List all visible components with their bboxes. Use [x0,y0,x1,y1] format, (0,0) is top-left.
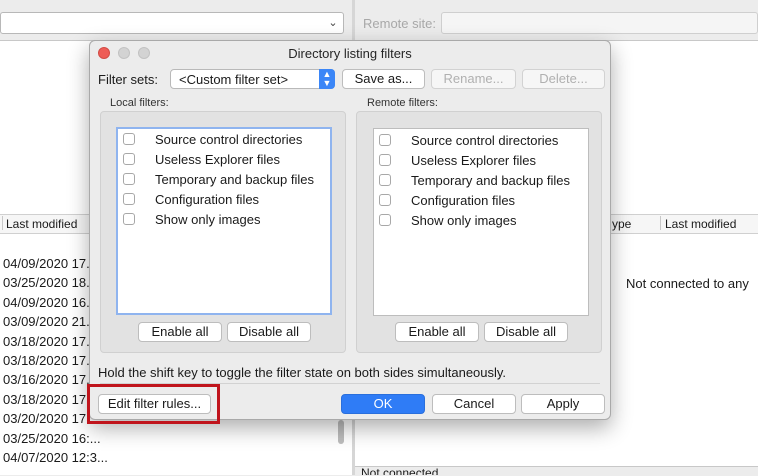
column-separator[interactable] [660,216,661,230]
remote-filter-configuration[interactable]: Configuration files [374,191,584,211]
checkbox[interactable] [379,154,391,166]
remote-filter-source-control[interactable]: Source control directories [374,131,584,151]
local-path-bar: ⌄ [0,0,352,41]
local-filters-group: Source control directories Useless Explo… [100,111,346,353]
column-separator[interactable] [2,216,3,230]
up-down-arrows-icon: ▲ ▼ [319,69,335,89]
remote-filters-group: Source control directories Useless Explo… [356,111,602,353]
list-item[interactable]: 04/07/2020 12:3... [3,448,108,467]
remote-status-message: Not connected to any [626,276,749,291]
dialog-titlebar[interactable]: Directory listing filters [90,41,610,65]
list-item[interactable]: 03/25/2020 16:... [3,429,108,448]
checkbox[interactable] [379,194,391,206]
remote-filters-label: Remote filters: [367,97,438,109]
dialog-title: Directory listing filters [288,46,412,61]
filter-label: Temporary and backup files [411,173,570,188]
filter-label: Configuration files [411,193,516,208]
local-filter-source-control[interactable]: Source control directories [118,130,328,150]
remote-column-last-modified[interactable]: Last modified [665,217,736,231]
remote-filters-list[interactable]: Source control directories Useless Explo… [373,128,589,316]
checkbox[interactable] [123,213,135,225]
apply-button[interactable]: Apply [521,394,605,414]
filter-label: Show only images [411,213,517,228]
filter-label: Source control directories [155,132,303,147]
remote-site-label: Remote site: [363,16,436,31]
remote-enable-all-button[interactable]: Enable all [395,322,479,342]
local-enable-all-button[interactable]: Enable all [138,322,222,342]
local-column-last-modified[interactable]: Last modified [6,217,77,231]
remote-disable-all-button[interactable]: Disable all [484,322,568,342]
directory-filters-dialog: Directory listing filters Filter sets: <… [89,40,611,420]
local-disable-all-button[interactable]: Disable all [227,322,311,342]
remote-status-text: Not connected [361,467,439,475]
shift-key-hint: Hold the shift key to toggle the filter … [98,365,507,380]
filter-label: Useless Explorer files [155,152,280,167]
remote-column-type[interactable]: ype [612,217,631,231]
filter-label: Configuration files [155,192,260,207]
checkbox[interactable] [123,173,135,185]
local-filter-useless-explorer[interactable]: Useless Explorer files [118,150,328,170]
local-filter-images-only[interactable]: Show only images [118,210,328,230]
remote-site-input[interactable] [441,12,758,34]
checkbox[interactable] [379,174,391,186]
remote-filter-useless-explorer[interactable]: Useless Explorer files [374,151,584,171]
remote-filter-images-only[interactable]: Show only images [374,211,584,231]
remote-filter-temporary-backup[interactable]: Temporary and backup files [374,171,584,191]
checkbox[interactable] [123,193,135,205]
scrollbar-thumb[interactable] [338,420,344,444]
filter-set-value: <Custom filter set> [179,72,289,87]
save-as-button[interactable]: Save as... [342,69,425,89]
filter-sets-label: Filter sets: [98,72,158,87]
checkbox[interactable] [379,134,391,146]
ok-button[interactable]: OK [341,394,425,414]
local-filters-label: Local filters: [110,97,169,109]
local-path-combo[interactable]: ⌄ [0,12,344,34]
filter-label: Temporary and backup files [155,172,314,187]
rename-button[interactable]: Rename... [431,69,516,89]
filter-set-select[interactable]: <Custom filter set> ▲ ▼ [170,69,335,89]
local-filter-temporary-backup[interactable]: Temporary and backup files [118,170,328,190]
checkbox[interactable] [123,133,135,145]
delete-button[interactable]: Delete... [522,69,605,89]
filter-label: Useless Explorer files [411,153,536,168]
local-filter-configuration[interactable]: Configuration files [118,190,328,210]
local-filters-list[interactable]: Source control directories Useless Explo… [116,127,332,315]
edit-filter-rules-highlight [87,384,220,424]
cancel-button[interactable]: Cancel [432,394,516,414]
filter-label: Show only images [155,212,261,227]
chevron-down-icon: ⌄ [328,17,338,29]
filter-label: Source control directories [411,133,559,148]
checkbox[interactable] [123,153,135,165]
checkbox[interactable] [379,214,391,226]
